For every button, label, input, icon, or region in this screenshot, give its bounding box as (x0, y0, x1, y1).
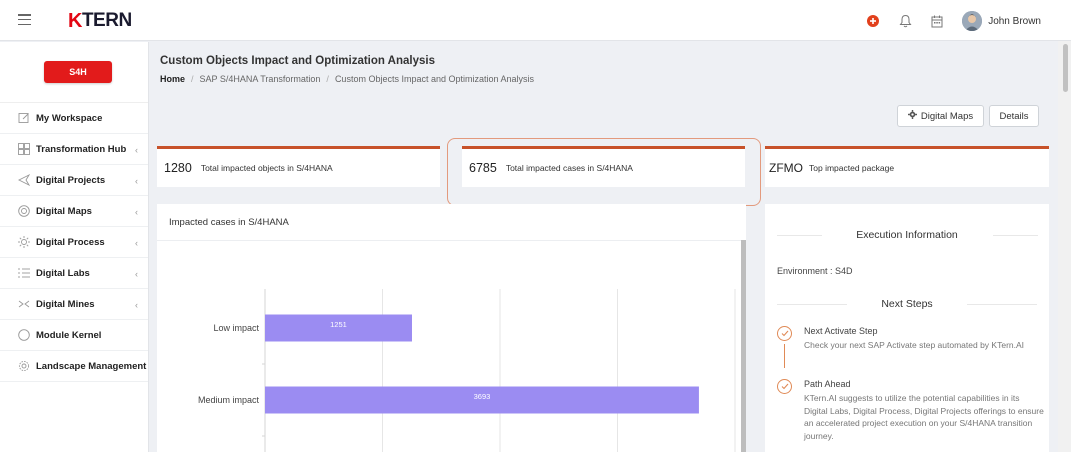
chevron-left-icon: ‹ (135, 269, 138, 279)
ktern-logo[interactable]: K TERN (68, 10, 132, 32)
sidebar-item-label: Digital Labs (36, 267, 90, 279)
circle-icon (18, 329, 30, 341)
chevron-left-icon: ‹ (135, 145, 138, 155)
sidebar-item-label: Transformation Hub (36, 143, 127, 155)
sidebar-item-digital-labs[interactable]: Digital Labs ‹ (0, 258, 148, 289)
sidebar-item-my-workspace[interactable]: My Workspace (0, 103, 148, 134)
s4h-badge[interactable]: S4H (44, 61, 112, 83)
check-circle-icon (777, 379, 792, 394)
kpi-value: ZFMO (769, 161, 803, 175)
impacted-cases-bar-chart: Low impact 1251 Medium impact 3693 (198, 289, 736, 452)
category-label: Medium impact (198, 395, 260, 405)
check-circle-icon (777, 326, 792, 341)
grid-icon (18, 143, 30, 155)
top-actions: John Brown (866, 10, 1041, 32)
sidebar-item-digital-process[interactable]: Digital Process ‹ (0, 227, 148, 258)
chevron-left-icon: ‹ (135, 300, 138, 310)
sidebar-item-digital-mines[interactable]: Digital Mines ‹ (0, 289, 148, 320)
sidebar-item-label: Digital Mines (36, 298, 95, 310)
kpi-label: Total impacted objects in S/4HANA (200, 163, 333, 173)
execution-info-card: Execution Information Environment : S4D … (765, 204, 1049, 452)
sun-icon (18, 236, 30, 248)
user-avatar[interactable] (962, 11, 983, 31)
calendar-icon[interactable] (930, 14, 944, 28)
logo-text: TERN (81, 10, 132, 31)
settings-icon (18, 360, 30, 372)
digital-maps-button-label: Digital Maps (920, 110, 974, 122)
kpi-card-impacted-objects: 1280 Total impacted objects in S/4HANA (157, 146, 440, 187)
bell-icon[interactable] (898, 14, 912, 28)
target-icon (18, 205, 30, 217)
breadcrumb-home[interactable]: Home (160, 74, 185, 84)
step-description: Check your next SAP Activate step automa… (804, 340, 1025, 350)
page-scrollbar-track[interactable] (1058, 41, 1071, 452)
sidebar-item-transformation-hub[interactable]: Transformation Hub ‹ (0, 134, 148, 165)
logo-k: K (68, 9, 82, 32)
step-title: Next Activate Step (804, 326, 878, 336)
page-title: Custom Objects Impact and Optimization A… (160, 55, 435, 67)
environment-text: Environment : S4D (777, 266, 853, 276)
list-icon (18, 267, 30, 279)
step-title: Path Ahead (804, 379, 851, 389)
send-icon (18, 174, 30, 186)
workspace-icon (18, 112, 30, 124)
kpi-highlight-outline (447, 138, 761, 206)
sidebar-item-landscape-management[interactable]: Landscape Management (0, 351, 148, 382)
divider-line (993, 235, 1038, 236)
chevron-left-icon: ‹ (135, 176, 138, 186)
sidebar: S4H My Workspace Transformation Hub ‹ Di… (0, 42, 149, 452)
impacted-cases-chart-card: Impacted cases in S/4HANA Low impact 1251… (157, 204, 746, 452)
sidebar-item-label: Digital Maps (36, 205, 92, 217)
sidebar-item-label: Digital Process (36, 236, 105, 248)
kpi-label: Top impacted package (809, 163, 895, 173)
step-description: KTern.AI suggests to utilize the potenti… (804, 393, 1044, 441)
digital-maps-button[interactable]: Digital Maps (897, 105, 984, 127)
data-label: 3693 (474, 392, 491, 401)
mines-icon (18, 298, 30, 310)
add-circle-icon[interactable] (866, 14, 880, 28)
kpi-value: 1280 (164, 161, 192, 175)
breadcrumb-level1[interactable]: SAP S/4HANA Transformation (200, 74, 321, 84)
kpi-card-top-package: ZFMO Top impacted package (765, 146, 1049, 187)
breadcrumb-separator: / (191, 74, 194, 84)
sidebar-item-label: Digital Projects (36, 174, 106, 186)
details-button[interactable]: Details (989, 105, 1039, 127)
category-label: Low impact (213, 323, 259, 333)
data-label: 1251 (330, 320, 347, 329)
chart-scrollbar[interactable] (741, 240, 746, 452)
sidebar-item-module-kernel[interactable]: Module Kernel (0, 320, 148, 351)
user-name[interactable]: John Brown (988, 16, 1041, 27)
breadcrumb: Home / SAP S/4HANA Transformation / Cust… (160, 74, 534, 84)
chevron-left-icon: ‹ (135, 238, 138, 248)
sidebar-item-label: Module Kernel (36, 329, 102, 341)
hamburger-menu-icon[interactable] (18, 14, 31, 25)
sidebar-item-label: My Workspace (36, 112, 103, 124)
divider-line (967, 304, 1037, 305)
gear-icon (907, 110, 917, 122)
sidebar-item-digital-maps[interactable]: Digital Maps ‹ (0, 196, 148, 227)
top-bar: K TERN John Brown (0, 0, 1071, 41)
breadcrumb-level2: Custom Objects Impact and Optimization A… (334, 74, 535, 84)
sidebar-item-label: Landscape Management (36, 360, 147, 372)
sidebar-item-digital-projects[interactable]: Digital Projects ‹ (0, 165, 148, 196)
page-scrollbar-thumb[interactable] (1063, 44, 1068, 92)
chevron-left-icon: ‹ (135, 207, 138, 217)
breadcrumb-separator: / (326, 74, 329, 84)
system-badge-wrap: S4H (0, 42, 148, 103)
step-connector (784, 344, 785, 368)
